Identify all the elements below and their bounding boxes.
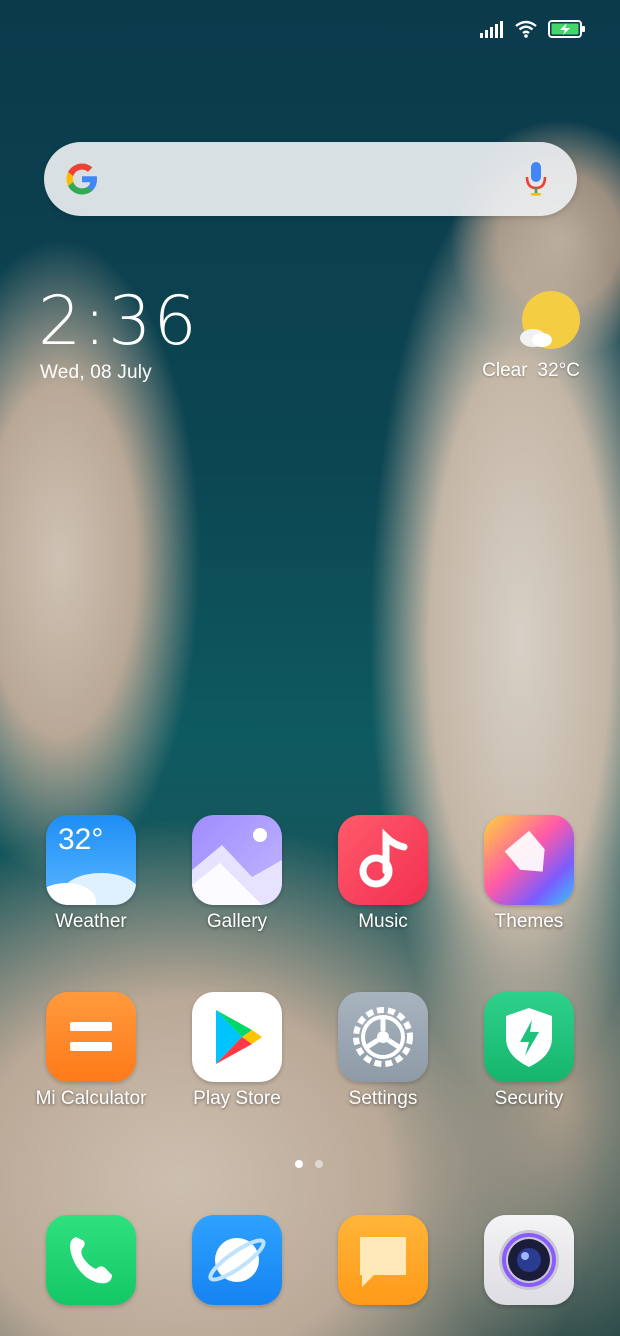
app-label: Settings	[348, 1088, 418, 1109]
app-label: Themes	[494, 911, 564, 932]
weather-summary[interactable]: Clear 32°C	[482, 360, 580, 382]
app-label: Weather	[55, 911, 127, 932]
google-search-bar[interactable]	[44, 142, 577, 216]
dock-browser[interactable]	[164, 1215, 310, 1305]
app-label: Play Store	[193, 1088, 281, 1109]
dock-phone[interactable]	[18, 1215, 164, 1305]
dock-messages[interactable]	[310, 1215, 456, 1305]
app-gallery[interactable]: Gallery	[164, 815, 310, 933]
status-bar	[480, 14, 586, 44]
camera-icon	[484, 1215, 574, 1305]
security-shield-icon	[484, 992, 574, 1082]
app-label: Music	[358, 911, 408, 932]
battery-charging-icon	[548, 20, 585, 38]
weather-app-badge: 32°	[58, 823, 104, 856]
weather-temperature: 32°C	[537, 360, 580, 381]
play-store-icon	[192, 992, 282, 1082]
wifi-icon	[515, 20, 537, 38]
app-weather[interactable]: 32° Weather	[18, 815, 164, 933]
page-indicator	[295, 1160, 323, 1168]
calculator-icon	[46, 992, 136, 1082]
signal-icon	[480, 21, 503, 38]
app-label: Gallery	[206, 911, 268, 932]
messages-icon	[338, 1215, 428, 1305]
app-mi-calculator[interactable]: Mi Calculator	[18, 992, 164, 1110]
app-themes[interactable]: Themes	[456, 815, 602, 933]
phone-icon	[46, 1215, 136, 1305]
app-settings[interactable]: Settings	[310, 992, 456, 1110]
weather-app-icon: 32°	[46, 815, 136, 905]
app-play-store[interactable]: Play Store	[164, 992, 310, 1110]
browser-icon	[192, 1215, 282, 1305]
google-g-logo	[66, 163, 97, 195]
settings-gear-icon	[338, 992, 428, 1082]
dock-camera[interactable]	[456, 1215, 602, 1305]
app-label: Mi Calculator	[35, 1088, 147, 1109]
page-dot	[315, 1160, 323, 1168]
page-dot-active	[295, 1160, 303, 1168]
app-music[interactable]: Music	[310, 815, 456, 933]
clock-time[interactable]: 2:36	[38, 282, 199, 362]
app-label: Security	[494, 1088, 564, 1109]
clock-date[interactable]: Wed, 08 July	[40, 362, 152, 384]
mic-icon[interactable]	[525, 160, 547, 198]
sun-cloud-icon[interactable]	[518, 290, 582, 354]
weather-condition: Clear	[482, 360, 528, 381]
themes-brush-icon	[484, 815, 574, 905]
music-note-icon	[338, 815, 428, 905]
app-security[interactable]: Security	[456, 992, 602, 1110]
gallery-icon	[192, 815, 282, 905]
